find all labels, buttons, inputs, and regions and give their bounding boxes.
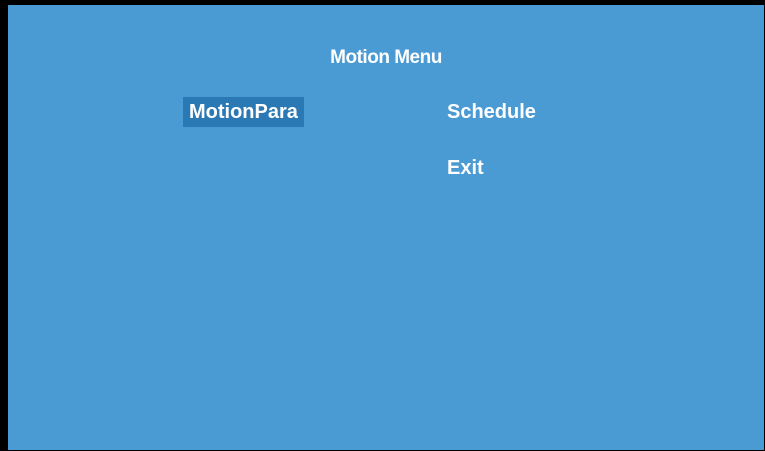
- menu-item-motionpara[interactable]: MotionPara: [183, 97, 304, 127]
- menu-title: Motion Menu: [330, 47, 442, 68]
- menu-item-exit[interactable]: Exit: [441, 153, 490, 183]
- motion-menu-screen: Motion Menu MotionPara Schedule Exit: [8, 5, 764, 450]
- menu-item-schedule[interactable]: Schedule: [441, 97, 542, 127]
